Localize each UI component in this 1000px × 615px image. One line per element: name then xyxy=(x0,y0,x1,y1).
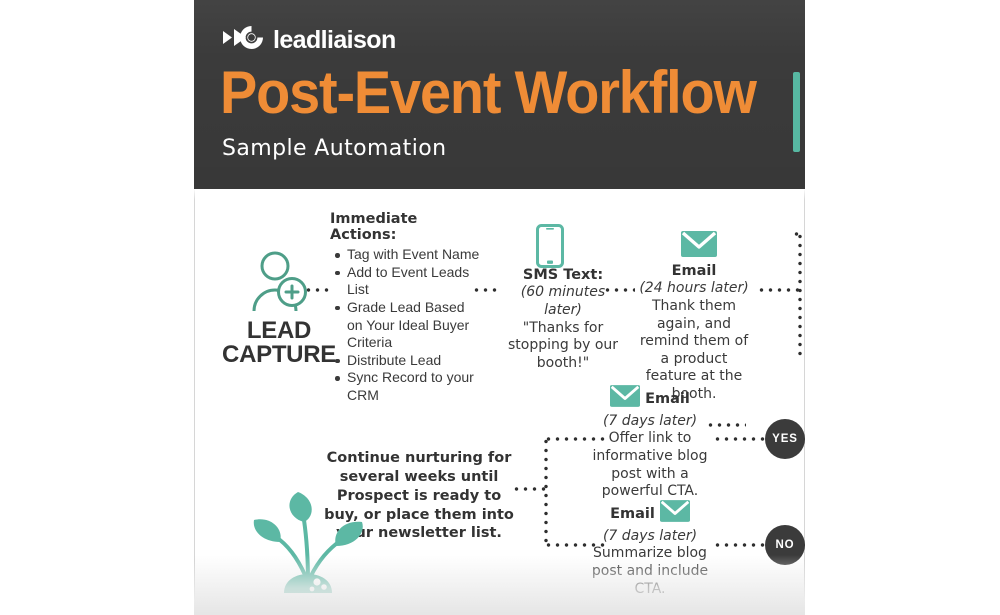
email-7d-yes-timing: (7 days later) xyxy=(602,412,698,429)
page-edge-right xyxy=(804,0,805,615)
email-7d-no-title: Email xyxy=(610,505,655,522)
connector-rail-top-cap xyxy=(792,232,802,236)
list-item: Sync Record to your CRM xyxy=(335,369,480,404)
list-item: Add to Event Leads List xyxy=(335,264,480,299)
immediate-actions-title: Immediate Actions: xyxy=(330,211,418,243)
teal-accent-bar xyxy=(793,72,800,152)
status-badge-no: NO xyxy=(765,525,805,565)
header-banner: leadliaison Post-Event Workflow Sample A… xyxy=(194,0,805,189)
list-item: Distribute Lead xyxy=(335,352,480,370)
sms-node-title: SMS Text: xyxy=(522,267,604,283)
connector-right-rail xyxy=(798,232,802,356)
email-7d-yes-body: Offer link to informative blog post with… xyxy=(592,430,708,500)
sms-node: SMS Text: (60 minutes later) "Thanks for… xyxy=(503,266,623,372)
email-7d-no-body: Summarize blog post and include CTA. xyxy=(591,545,709,597)
list-item: Tag with Event Name xyxy=(335,246,480,262)
list-item: Grade Lead Based on Your Ideal Buyer Cri… xyxy=(335,299,480,352)
email-7d-yes-title: Email xyxy=(645,390,690,407)
sms-node-body: "Thanks for stopping by our booth!" xyxy=(507,319,619,371)
connector-bracket-bottom-arm xyxy=(544,543,606,547)
connector-capture-to-actions xyxy=(304,288,332,292)
person-add-icon xyxy=(214,250,344,317)
document-sheet: leadliaison Post-Event Workflow Sample A… xyxy=(194,0,805,615)
email-24h-timing: (24 hours later) xyxy=(639,280,749,297)
envelope-icon xyxy=(681,231,717,262)
envelope-icon xyxy=(659,500,690,528)
lead-capture-label: LEAD CAPTURE xyxy=(214,319,344,367)
lead-capture-label-line1: LEAD xyxy=(246,317,312,344)
connector-bracket-spine xyxy=(544,437,548,547)
connector-email7d-yes-to-badge xyxy=(713,437,768,441)
connector-email7d-no-to-badge xyxy=(713,543,768,547)
seedling-plant-icon xyxy=(244,490,370,600)
leadliaison-logo-icon xyxy=(222,26,264,54)
lead-capture-label-line2: CAPTURE xyxy=(222,341,336,368)
email-7d-no-title-row: Email xyxy=(590,500,710,528)
brand-wordmark: leadliaison xyxy=(273,25,396,54)
immediate-actions-block: Immediate Actions: Tag with Event Name A… xyxy=(330,211,480,405)
connector-bracket-to-nurture xyxy=(512,487,548,491)
email-24h-node: Email (24 hours later) Thank them again,… xyxy=(634,262,754,404)
infographic-page: leadliaison Post-Event Workflow Sample A… xyxy=(0,0,1000,615)
envelope-icon xyxy=(610,385,641,413)
email-7d-yes-node: Email (7 days later) Offer link to infor… xyxy=(590,385,710,501)
connector-sms-to-email24h xyxy=(603,288,635,292)
connector-actions-to-sms xyxy=(472,288,500,292)
connector-rail-to-email7d-yes xyxy=(706,423,746,427)
status-badge-yes: YES xyxy=(765,419,805,459)
page-subtitle: Sample Automation xyxy=(222,136,447,161)
lead-capture-node: LEAD CAPTURE xyxy=(214,250,344,367)
page-edge-left xyxy=(194,0,195,615)
email-7d-no-node: Email (7 days later) Summarize blog post… xyxy=(590,500,710,598)
connector-bracket-top-arm xyxy=(544,437,606,441)
email-7d-yes-title-row: Email xyxy=(590,385,710,413)
page-title: Post-Event Workflow xyxy=(220,59,757,126)
brand-logo: leadliaison xyxy=(222,26,396,54)
immediate-actions-list: Tag with Event Name Add to Event Leads L… xyxy=(330,246,480,405)
email-7d-no-timing: (7 days later) xyxy=(602,527,698,544)
email-24h-title: Email xyxy=(671,263,717,279)
connector-email24h-to-rail xyxy=(757,288,803,292)
